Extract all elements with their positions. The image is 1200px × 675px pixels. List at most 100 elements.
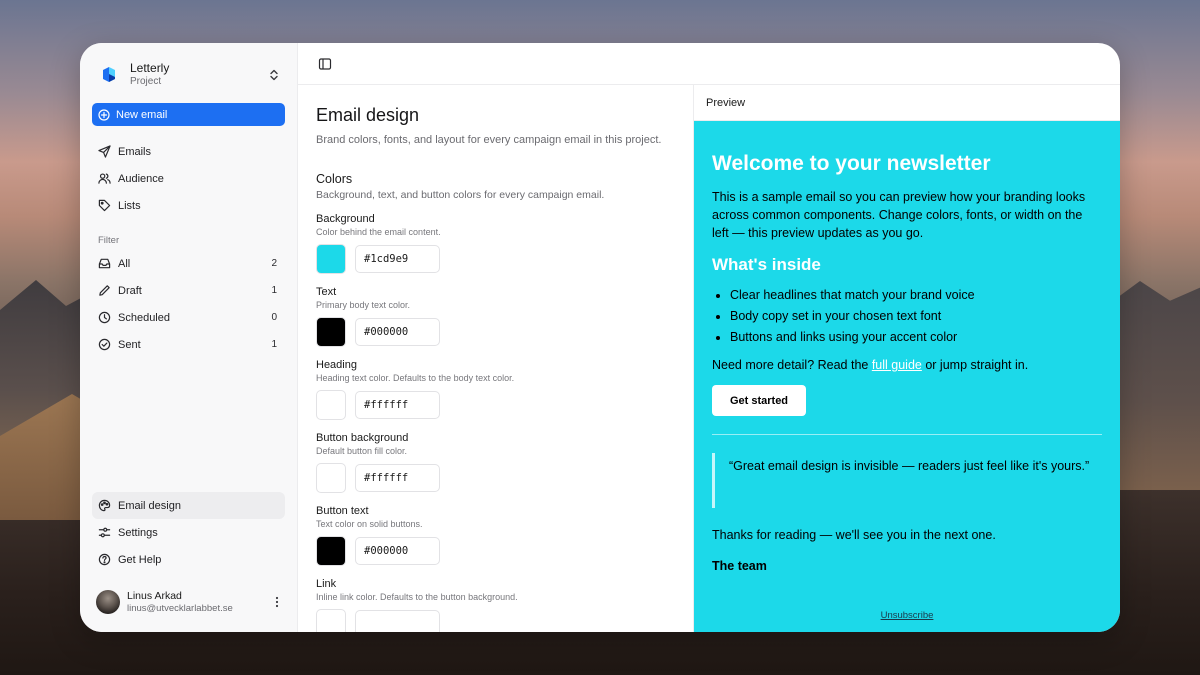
- sidebar-item-settings[interactable]: Settings: [92, 519, 285, 546]
- new-email-button[interactable]: New email: [92, 103, 285, 126]
- sidebar-item-email-design[interactable]: Email design: [92, 492, 285, 519]
- filter-item-draft[interactable]: Draft 1: [92, 277, 285, 304]
- bottom-nav: Email design Settings Get Help: [92, 492, 285, 573]
- sidebar-item-label: Audience: [118, 172, 164, 185]
- color-swatch[interactable]: [316, 317, 346, 347]
- sidebar-item-label: Lists: [118, 199, 141, 212]
- hex-input[interactable]: [355, 391, 440, 419]
- user-info: Linus Arkad linus@utvecklarlabbet.se: [127, 590, 271, 614]
- field-label: Background: [316, 213, 375, 225]
- unsubscribe-link[interactable]: Unsubscribe: [694, 610, 1120, 621]
- color-swatch[interactable]: [316, 609, 346, 632]
- sidebar: Letterly Project New email Emails Audien…: [80, 43, 298, 632]
- get-started-button[interactable]: Get started: [712, 385, 806, 417]
- avatar: [96, 590, 120, 614]
- field-label: Button text: [316, 505, 369, 517]
- field-help: Inline link color. Defaults to the butto…: [316, 592, 518, 602]
- sidebar-item-get-help[interactable]: Get Help: [92, 546, 285, 573]
- help-circle-icon: [98, 553, 111, 566]
- filter-item-label: Draft: [118, 284, 142, 297]
- field-background: Background Color behind the email conten…: [316, 213, 675, 274]
- filter-item-count: 1: [271, 339, 277, 350]
- field-link: Link Inline link color. Defaults to the …: [316, 578, 675, 632]
- sidebar-item-audience[interactable]: Audience: [92, 165, 285, 192]
- primary-nav: Emails Audience Lists: [92, 138, 285, 219]
- send-icon: [98, 145, 111, 158]
- sidebar-item-label: Emails: [118, 145, 152, 158]
- field-heading: Heading Heading text color. Defaults to …: [316, 359, 675, 420]
- hex-input[interactable]: [355, 464, 440, 492]
- hex-input[interactable]: [355, 245, 440, 273]
- field-label: Text: [316, 286, 337, 298]
- field-help: Text color on solid buttons.: [316, 519, 423, 529]
- divider: [712, 434, 1102, 436]
- list-item: Clear headlines that match your brand vo…: [730, 285, 1102, 306]
- sidebar-item-lists[interactable]: Lists: [92, 192, 285, 219]
- filter-item-scheduled[interactable]: Scheduled 0: [92, 304, 285, 331]
- filter-nav: All 2 Draft 1 Scheduled 0 Sent 1: [92, 250, 285, 358]
- email-quote: “Great email design is invisible — reade…: [712, 453, 1102, 509]
- sidebar-item-label: Get Help: [118, 553, 162, 566]
- filter-item-sent[interactable]: Sent 1: [92, 331, 285, 358]
- sliders-icon: [98, 527, 111, 538]
- clock-icon: [98, 311, 111, 324]
- project-name: Letterly: [130, 61, 170, 76]
- email-bullet-list: Clear headlines that match your brand vo…: [712, 285, 1102, 349]
- email-preview: Welcome to your newsletter This is a sam…: [694, 121, 1120, 632]
- colors-heading: Colors: [316, 172, 353, 186]
- user-name: Linus Arkad: [127, 590, 182, 602]
- plus-circle-icon: [98, 108, 110, 121]
- field-help: Primary body text color.: [316, 300, 411, 310]
- tag-icon: [98, 199, 111, 212]
- filter-item-count: 2: [271, 258, 277, 269]
- more-suffix: or jump straight in.: [921, 358, 1029, 373]
- field-text: Text Primary body text color.: [316, 286, 675, 347]
- field-button-text: Button text Text color on solid buttons.: [316, 505, 675, 566]
- user-email: linus@utvecklarlabbet.se: [127, 602, 233, 614]
- hex-input[interactable]: [355, 610, 440, 632]
- more-vertical-icon[interactable]: [271, 595, 283, 609]
- field-help: Heading text color. Defaults to the body…: [316, 373, 515, 383]
- field-help: Default button fill color.: [316, 446, 408, 456]
- design-form: Email design Brand colors, fonts, and la…: [298, 85, 694, 632]
- project-switcher[interactable]: Letterly Project: [92, 60, 285, 90]
- color-swatch[interactable]: [316, 463, 346, 493]
- page-description: Brand colors, fonts, and layout for ever…: [316, 134, 662, 146]
- email-signoff: The team: [712, 559, 767, 574]
- page-title: Email design: [316, 105, 420, 125]
- list-item: Body copy set in your chosen text font: [730, 306, 1102, 327]
- palette-icon: [98, 499, 111, 512]
- hex-input[interactable]: [355, 537, 440, 565]
- filter-item-label: Scheduled: [118, 311, 170, 324]
- content: Email design Brand colors, fonts, and la…: [298, 85, 1120, 632]
- sidebar-toggle-icon[interactable]: [318, 57, 332, 71]
- more-prefix: Need more detail? Read the: [712, 358, 872, 373]
- email-title: Welcome to your newsletter: [712, 152, 991, 175]
- email-thanks: Thanks for reading — we'll see you in th…: [712, 528, 996, 543]
- user-menu[interactable]: Linus Arkad linus@utvecklarlabbet.se: [96, 588, 283, 616]
- preview-label: Preview: [694, 85, 1120, 121]
- color-swatch[interactable]: [316, 390, 346, 420]
- filter-item-all[interactable]: All 2: [92, 250, 285, 277]
- new-email-label: New email: [116, 108, 168, 121]
- users-icon: [98, 173, 111, 184]
- field-button-background: Button background Default button fill co…: [316, 432, 675, 493]
- color-swatch[interactable]: [316, 536, 346, 566]
- preview-panel: Preview Welcome to your newsletter This …: [694, 85, 1120, 632]
- color-swatch[interactable]: [316, 244, 346, 274]
- full-guide-link[interactable]: full guide: [872, 358, 922, 372]
- inbox-icon: [98, 258, 111, 269]
- email-subheading: What's inside: [712, 254, 821, 274]
- chevron-up-down-icon[interactable]: [267, 68, 281, 82]
- hex-input[interactable]: [355, 318, 440, 346]
- topbar: [298, 43, 1120, 85]
- field-help: Color behind the email content.: [316, 227, 441, 237]
- sidebar-item-emails[interactable]: Emails: [92, 138, 285, 165]
- filter-item-label: All: [118, 257, 131, 270]
- filter-item-count: 1: [271, 285, 277, 296]
- field-label: Link: [316, 578, 337, 590]
- project-subtitle: Project: [130, 76, 162, 88]
- main-area: Email design Brand colors, fonts, and la…: [298, 43, 1120, 632]
- sidebar-item-label: Email design: [118, 499, 181, 512]
- filter-item-label: Sent: [118, 338, 141, 351]
